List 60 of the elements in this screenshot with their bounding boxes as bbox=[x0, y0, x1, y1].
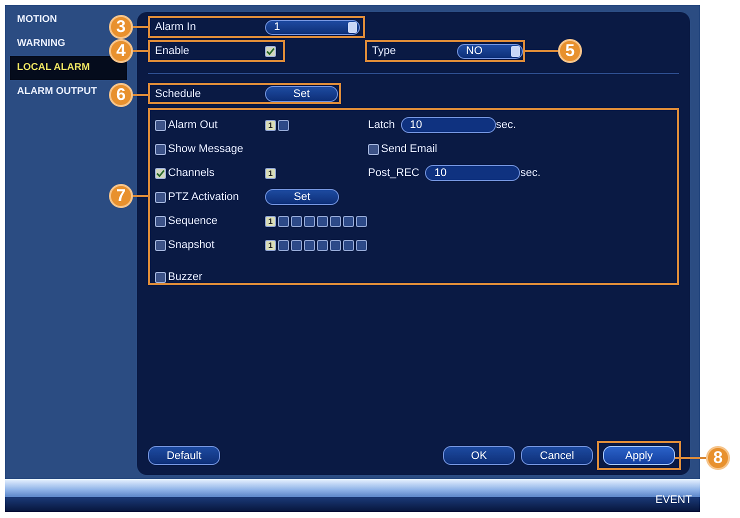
checkbox-label: PTZ Activation bbox=[168, 191, 239, 203]
alarm-in-dropdown[interactable]: 1 bbox=[265, 20, 360, 34]
dialog-button[interactable]: Default bbox=[148, 446, 220, 465]
channel-toggle[interactable] bbox=[356, 216, 367, 226]
field-label: Alarm In bbox=[155, 21, 197, 33]
checkbox-label: Alarm Out bbox=[168, 119, 218, 131]
type-dropdown[interactable]: NO bbox=[457, 44, 523, 58]
checkbox-label: Snapshot bbox=[168, 239, 214, 251]
input-field[interactable]: 10 bbox=[400, 117, 496, 133]
channel-toggle[interactable] bbox=[291, 240, 302, 250]
channel-toggle[interactable] bbox=[343, 240, 354, 250]
checkbox[interactable] bbox=[155, 120, 166, 130]
checkbox[interactable] bbox=[155, 168, 166, 178]
callout-number: 8 bbox=[706, 446, 730, 470]
sidebar-item[interactable]: ALARM OUTPUT bbox=[17, 80, 97, 104]
checkbox-label: Buzzer bbox=[168, 271, 202, 283]
channel-toggle[interactable] bbox=[330, 216, 341, 226]
channel-toggle[interactable] bbox=[343, 216, 354, 226]
input-field[interactable]: 10 bbox=[425, 165, 520, 181]
field-label: Schedule bbox=[155, 88, 202, 100]
dialog-button[interactable]: Cancel bbox=[521, 446, 593, 465]
checkbox[interactable] bbox=[155, 272, 166, 282]
unit-label: sec. bbox=[496, 119, 516, 131]
sidebar-item[interactable]: MOTION bbox=[17, 8, 57, 32]
checkbox[interactable] bbox=[155, 144, 166, 154]
checkbox-label: Show Message bbox=[168, 143, 244, 155]
field-label: Enable bbox=[155, 45, 190, 57]
channel-toggle[interactable] bbox=[317, 216, 328, 226]
checkbox[interactable] bbox=[155, 192, 166, 202]
sidebar-item[interactable]: WARNING bbox=[17, 32, 66, 56]
channel-toggle[interactable] bbox=[278, 216, 289, 226]
checkbox-label: Sequence bbox=[168, 215, 218, 227]
sidebar-item[interactable]: LOCAL ALARM bbox=[10, 56, 127, 80]
field-label: Type bbox=[372, 45, 397, 57]
set-button[interactable]: Set bbox=[265, 86, 338, 102]
footer-title: EVENT bbox=[655, 494, 692, 506]
checkbox-label: Channels bbox=[168, 167, 214, 179]
channel-toggle[interactable]: 1 bbox=[265, 120, 276, 130]
set-button[interactable]: Set bbox=[265, 189, 339, 205]
channel-toggle[interactable]: 1 bbox=[265, 240, 276, 250]
checkbox-label: Send Email bbox=[381, 143, 438, 155]
channel-toggle[interactable] bbox=[317, 240, 328, 250]
channel-toggle[interactable] bbox=[278, 240, 289, 250]
channel-toggle[interactable] bbox=[304, 240, 315, 250]
dialog-button[interactable]: OK bbox=[443, 446, 515, 465]
checkbox[interactable] bbox=[265, 46, 276, 56]
field-label: Latch bbox=[368, 119, 395, 131]
channel-toggle[interactable] bbox=[330, 240, 341, 250]
checkbox[interactable] bbox=[155, 240, 166, 250]
dialog-button[interactable]: Apply bbox=[603, 446, 675, 465]
channel-toggle[interactable] bbox=[356, 240, 367, 250]
channel-toggle[interactable] bbox=[304, 216, 315, 226]
channel-toggle[interactable]: 1 bbox=[265, 168, 276, 178]
channel-toggle[interactable] bbox=[291, 216, 302, 226]
field-label: Post_REC bbox=[368, 167, 420, 179]
checkbox[interactable] bbox=[368, 144, 379, 154]
checkbox[interactable] bbox=[155, 216, 166, 226]
channel-toggle[interactable]: 1 bbox=[265, 216, 276, 226]
channel-toggle[interactable] bbox=[278, 120, 289, 130]
unit-label: sec. bbox=[520, 167, 541, 179]
